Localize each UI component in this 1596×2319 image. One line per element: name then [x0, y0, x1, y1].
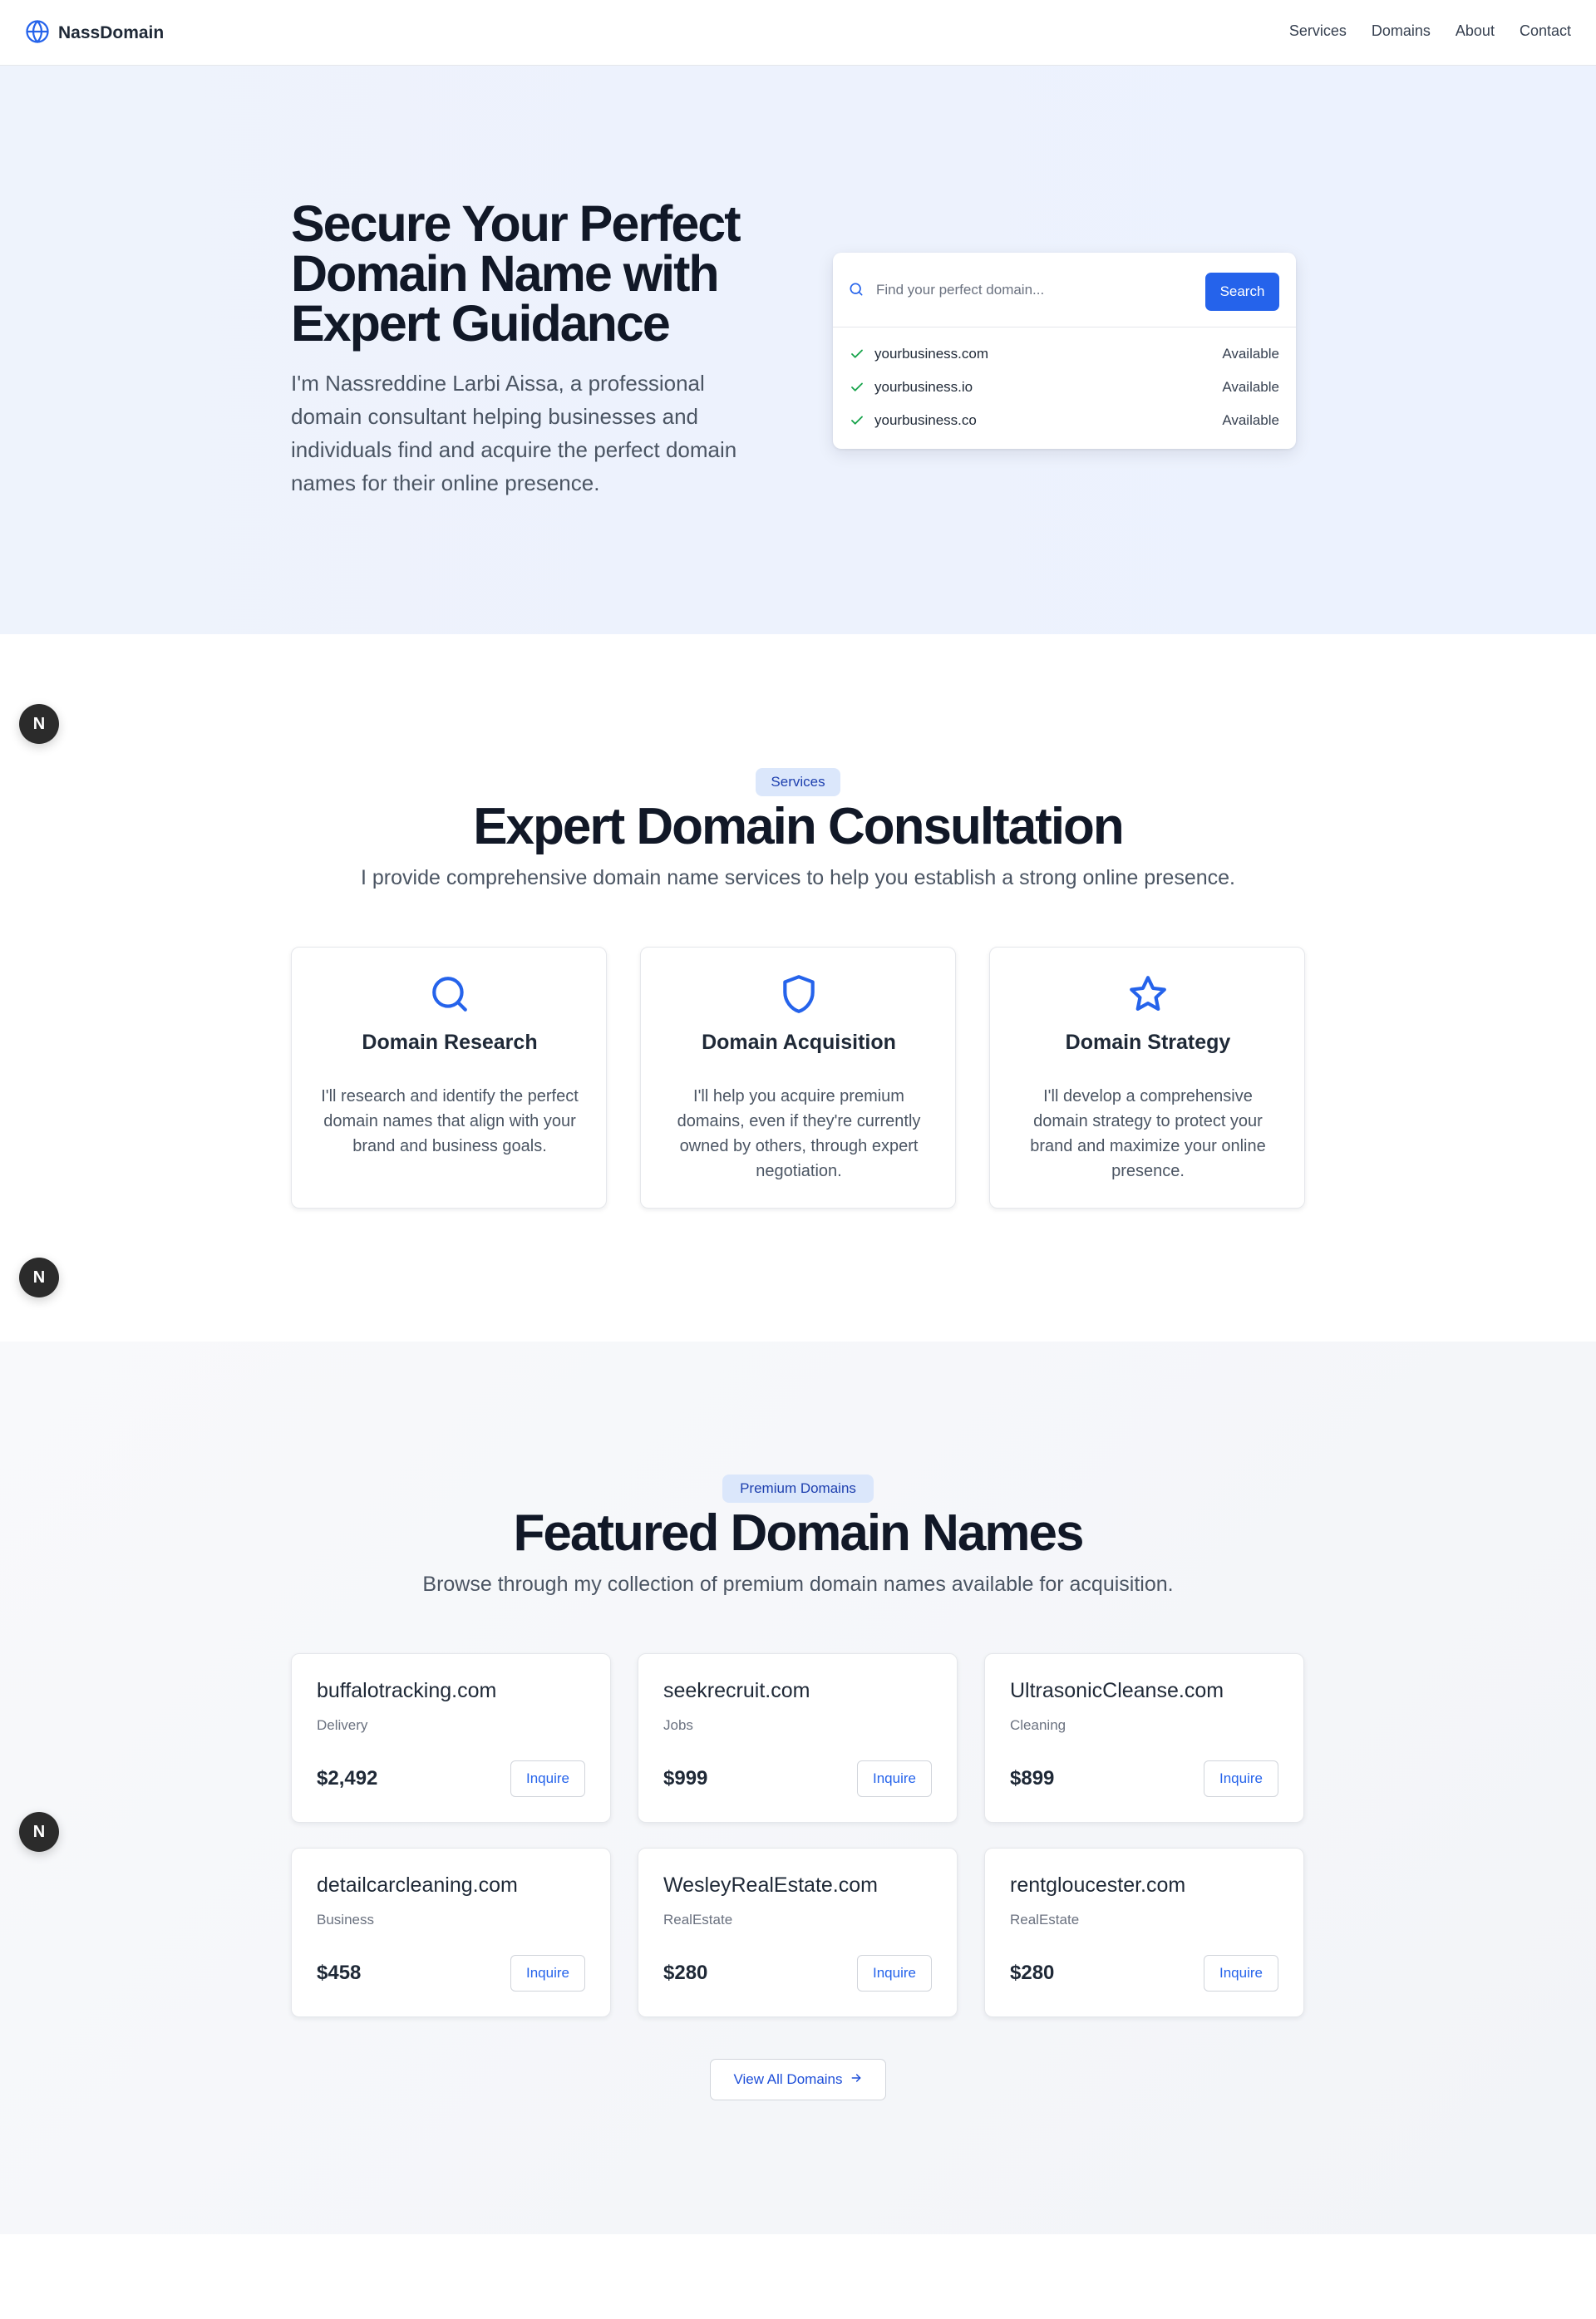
domain-name: UltrasonicCleanse.com	[1010, 1679, 1224, 1702]
main-nav: Services Domains About Contact	[1289, 22, 1571, 40]
search-result-item: yourbusiness.co Available	[850, 408, 1279, 433]
inquire-button[interactable]: Inquire	[857, 1760, 932, 1797]
domain-name: rentgloucester.com	[1010, 1873, 1186, 1897]
domain-price: $458	[317, 1962, 362, 1984]
floating-n-badge[interactable]: N	[19, 1812, 59, 1852]
services-title: Expert Domain Consultation	[473, 798, 1125, 855]
shield-icon	[778, 973, 820, 1019]
featured-subtitle: Browse through my collection of premium …	[422, 1573, 1174, 1596]
domain-card: WesleyRealEstate.com RealEstate $280 Inq…	[638, 1848, 958, 2017]
service-card-strategy: Domain Strategy I'll develop a comprehen…	[989, 947, 1305, 1209]
service-description: I'll develop a comprehensive domain stra…	[1030, 1087, 1266, 1180]
services-subtitle: I provide comprehensive domain name serv…	[361, 866, 1235, 889]
domain-card: buffalotracking.com Delivery $2,492 Inqu…	[291, 1653, 611, 1823]
result-status: Available	[1222, 379, 1279, 395]
result-status: Available	[1222, 412, 1279, 428]
inquire-button[interactable]: Inquire	[510, 1760, 585, 1797]
domain-category: Delivery	[317, 1717, 368, 1733]
premium-domains-badge: Premium Domains	[722, 1475, 874, 1503]
domain-name: buffalotracking.com	[317, 1679, 497, 1702]
brand-name: NassDomain	[58, 23, 165, 42]
nav-link-contact[interactable]: Contact	[1520, 22, 1571, 40]
domain-card: seekrecruit.com Jobs $999 Inquire	[638, 1653, 958, 1823]
view-all-label: View All Domains	[733, 2071, 843, 2087]
hero-title: Secure Your Perfect Domain Name with Exp…	[291, 195, 741, 352]
domain-category: Cleaning	[1010, 1717, 1066, 1733]
service-card-research: Domain Research I'll research and identi…	[291, 947, 607, 1209]
brand[interactable]: NassDomain	[25, 19, 165, 48]
nav-link-services[interactable]: Services	[1289, 22, 1347, 40]
service-description: I'll help you acquire premium domains, e…	[677, 1087, 921, 1180]
domain-category: RealEstate	[663, 1912, 733, 1928]
domain-name: detailcarcleaning.com	[317, 1873, 518, 1897]
domain-category: Jobs	[663, 1717, 693, 1733]
result-domain-name: yourbusiness.co	[874, 412, 977, 428]
star-icon	[1127, 973, 1169, 1019]
hero-section: Secure Your Perfect Domain Name with Exp…	[0, 66, 1596, 634]
search-result-item: yourbusiness.io Available	[850, 375, 1279, 400]
domain-price: $2,492	[317, 1767, 378, 1790]
view-all-domains-button[interactable]: View All Domains	[710, 2059, 886, 2100]
check-icon	[851, 349, 863, 358]
featured-title: Featured Domain Names	[513, 1504, 1085, 1562]
nav-link-about[interactable]: About	[1456, 22, 1495, 40]
globe-icon	[25, 19, 50, 48]
check-icon	[851, 382, 863, 391]
search-icon	[848, 281, 864, 302]
inquire-button[interactable]: Inquire	[857, 1955, 932, 1992]
domain-price: $999	[663, 1767, 708, 1790]
domain-name: WesleyRealEstate.com	[663, 1873, 878, 1897]
floating-n-badge[interactable]: N	[19, 1258, 59, 1297]
service-title: Domain Strategy	[1065, 1031, 1231, 1054]
result-domain-name: yourbusiness.io	[874, 379, 973, 395]
nav-link-domains[interactable]: Domains	[1372, 22, 1431, 40]
result-domain-name: yourbusiness.com	[874, 346, 989, 362]
search-result-item: yourbusiness.com Available	[850, 342, 1279, 367]
check-icon	[851, 416, 863, 425]
domain-search-card: Search yourbusiness.com Available yourbu…	[833, 253, 1296, 449]
arrow-right-icon	[850, 2071, 863, 2089]
search-icon	[429, 973, 470, 1019]
service-description: I'll research and identify the perfect d…	[321, 1087, 579, 1155]
domain-price: $280	[663, 1962, 708, 1984]
inquire-button[interactable]: Inquire	[1204, 1955, 1278, 1992]
floating-n-badge[interactable]: N	[19, 704, 59, 744]
search-button[interactable]: Search	[1205, 273, 1279, 311]
service-card-acquisition: Domain Acquisition I'll help you acquire…	[640, 947, 956, 1209]
domain-card: rentgloucester.com RealEstate $280 Inqui…	[984, 1848, 1304, 2017]
services-badge: Services	[756, 768, 840, 796]
domain-category: Business	[317, 1912, 374, 1928]
inquire-button[interactable]: Inquire	[1204, 1760, 1278, 1797]
domain-card: UltrasonicCleanse.com Cleaning $899 Inqu…	[984, 1653, 1304, 1823]
domain-category: RealEstate	[1010, 1912, 1080, 1928]
site-header: NassDomain Services Domains About Contac…	[0, 0, 1596, 66]
domain-price: $899	[1010, 1767, 1055, 1790]
result-status: Available	[1222, 346, 1279, 362]
hero-description: I'm Nassreddine Larbi Aissa, a professio…	[291, 371, 737, 495]
service-title: Domain Acquisition	[702, 1031, 896, 1054]
domain-card: detailcarcleaning.com Business $458 Inqu…	[291, 1848, 611, 2017]
inquire-button[interactable]: Inquire	[510, 1955, 585, 1992]
service-title: Domain Research	[362, 1031, 538, 1054]
domain-price: $280	[1010, 1962, 1055, 1984]
domain-name: seekrecruit.com	[663, 1679, 810, 1702]
search-bar: Search	[833, 253, 1296, 327]
domain-search-input[interactable]	[876, 274, 1192, 306]
